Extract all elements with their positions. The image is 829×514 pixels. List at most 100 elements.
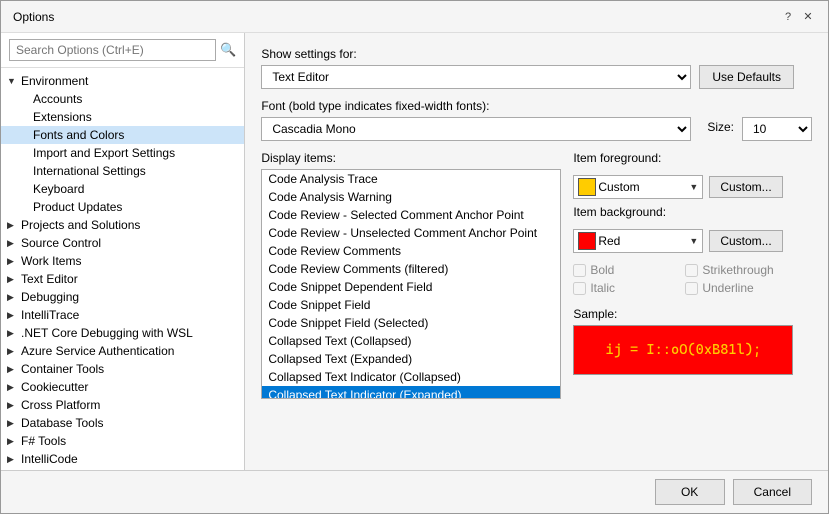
text-editor-label: Text Editor	[21, 272, 78, 286]
list-item-5[interactable]: Code Review Comments	[262, 242, 560, 260]
tree-projects-solutions[interactable]: ▶ Projects and Solutions	[1, 216, 244, 234]
debugging-label: Debugging	[21, 290, 79, 304]
title-bar-controls: ? ✕	[780, 9, 816, 25]
italic-checkbox-label[interactable]: Italic	[573, 281, 681, 295]
tree-net-core[interactable]: ▶ .NET Core Debugging with WSL	[1, 324, 244, 342]
tree-child-import-export[interactable]: Import and Export Settings	[1, 144, 244, 162]
tree-environment[interactable]: ▼ Environment	[1, 72, 244, 90]
size-label: Size:	[707, 120, 734, 134]
list-item-4[interactable]: Code Review - Unselected Comment Anchor …	[262, 224, 560, 242]
font-section: Font (bold type indicates fixed-width fo…	[261, 99, 812, 141]
bg-swatch	[578, 232, 596, 250]
fsharp-tools-label: F# Tools	[21, 434, 66, 448]
work-items-label: Work Items	[21, 254, 81, 268]
use-defaults-button[interactable]: Use Defaults	[699, 65, 794, 89]
search-input[interactable]	[9, 39, 216, 61]
bold-checkbox[interactable]	[573, 264, 586, 277]
dialog-content: 🔍 ▼ Environment Accounts Extensions Font…	[1, 33, 828, 470]
cookiecutter-label: Cookiecutter	[21, 380, 88, 394]
bold-checkbox-label[interactable]: Bold	[573, 263, 681, 277]
font-row: Cascadia Mono Size: 10	[261, 117, 812, 141]
intellitrace-label: IntelliTrace	[21, 308, 79, 322]
list-item-1[interactable]: Code Analysis Trace	[262, 170, 560, 188]
net-core-label: .NET Core Debugging with WSL	[21, 326, 193, 340]
tree-azure-auth[interactable]: ▶ Azure Service Authentication	[1, 342, 244, 360]
help-button[interactable]: ?	[780, 9, 796, 25]
fg-color-row: Custom ▼ Custom...	[573, 175, 793, 199]
font-dropdown[interactable]: Cascadia Mono	[261, 117, 691, 141]
sample-label: Sample:	[573, 307, 793, 321]
tree-text-editor[interactable]: ▶ Text Editor	[1, 270, 244, 288]
close-button[interactable]: ✕	[800, 9, 816, 25]
debugging-arrow: ▶	[7, 292, 21, 303]
tree-cookiecutter[interactable]: ▶ Cookiecutter	[1, 378, 244, 396]
strikethrough-checkbox-label[interactable]: Strikethrough	[685, 263, 793, 277]
cookiecutter-arrow: ▶	[7, 382, 21, 393]
tree-child-accounts[interactable]: Accounts	[1, 90, 244, 108]
fg-select-wrapper[interactable]: Custom ▼	[573, 175, 703, 199]
tree-intellicode[interactable]: ▶ IntelliCode	[1, 450, 244, 468]
tree-child-international[interactable]: International Settings	[1, 162, 244, 180]
projects-label: Projects and Solutions	[21, 218, 140, 232]
list-item-7[interactable]: Code Snippet Dependent Field	[262, 278, 560, 296]
bg-select-wrapper[interactable]: Red ▼	[573, 229, 703, 253]
database-tools-label: Database Tools	[21, 416, 104, 430]
tree-child-fonts-colors[interactable]: Fonts and Colors	[1, 126, 244, 144]
list-item-11[interactable]: Collapsed Text (Expanded)	[262, 350, 560, 368]
list-item-13[interactable]: Collapsed Text Indicator (Expanded)	[262, 386, 560, 399]
strikethrough-checkbox[interactable]	[685, 264, 698, 277]
display-items-col: Display items: Code Analysis Trace Code …	[261, 151, 561, 399]
item-background-label: Item background:	[573, 205, 793, 219]
list-item-3[interactable]: Code Review - Selected Comment Anchor Po…	[262, 206, 560, 224]
fg-custom-button[interactable]: Custom...	[709, 176, 782, 198]
list-item-8[interactable]: Code Snippet Field	[262, 296, 560, 314]
underline-checkbox-label[interactable]: Underline	[685, 281, 793, 295]
bg-dropdown-arrow: ▼	[689, 236, 698, 246]
tree-cross-platform[interactable]: ▶ Cross Platform	[1, 396, 244, 414]
checkbox-area: Bold Strikethrough Italic Underline	[573, 263, 793, 295]
tree-database-tools[interactable]: ▶ Database Tools	[1, 414, 244, 432]
list-item-9[interactable]: Code Snippet Field (Selected)	[262, 314, 560, 332]
cross-platform-label: Cross Platform	[21, 398, 100, 412]
projects-arrow: ▶	[7, 220, 21, 231]
container-tools-label: Container Tools	[21, 362, 104, 376]
ok-button[interactable]: OK	[655, 479, 725, 505]
strikethrough-label: Strikethrough	[702, 263, 773, 277]
size-dropdown[interactable]: 10	[742, 117, 812, 141]
italic-checkbox[interactable]	[573, 282, 586, 295]
tree-fsharp-tools[interactable]: ▶ F# Tools	[1, 432, 244, 450]
dialog-footer: OK Cancel	[1, 470, 828, 513]
display-items-section: Display items: Code Analysis Trace Code …	[261, 151, 812, 399]
list-item-6[interactable]: Code Review Comments (filtered)	[262, 260, 560, 278]
tree-intellitrace[interactable]: ▶ IntelliTrace	[1, 306, 244, 324]
show-settings-dropdown[interactable]: Text Editor	[261, 65, 691, 89]
italic-label: Italic	[590, 281, 615, 295]
container-tools-arrow: ▶	[7, 364, 21, 375]
intellicode-arrow: ▶	[7, 454, 21, 465]
display-list[interactable]: Code Analysis Trace Code Analysis Warnin…	[261, 169, 561, 399]
tree: ▼ Environment Accounts Extensions Fonts …	[1, 68, 244, 470]
tree-source-control[interactable]: ▶ Source Control	[1, 234, 244, 252]
tree-container-tools[interactable]: ▶ Container Tools	[1, 360, 244, 378]
underline-checkbox[interactable]	[685, 282, 698, 295]
tree-work-items[interactable]: ▶ Work Items	[1, 252, 244, 270]
tree-child-extensions[interactable]: Extensions	[1, 108, 244, 126]
database-tools-arrow: ▶	[7, 418, 21, 429]
list-item-12[interactable]: Collapsed Text Indicator (Collapsed)	[262, 368, 560, 386]
sample-box: ij = I::oO(0xB81l);	[573, 325, 793, 375]
bg-value: Red	[598, 234, 689, 248]
cross-platform-arrow: ▶	[7, 400, 21, 411]
environment-arrow: ▼	[7, 76, 21, 86]
bg-custom-button[interactable]: Custom...	[709, 230, 782, 252]
left-panel: 🔍 ▼ Environment Accounts Extensions Font…	[1, 33, 245, 470]
list-item-10[interactable]: Collapsed Text (Collapsed)	[262, 332, 560, 350]
tree-child-product-updates[interactable]: Product Updates	[1, 198, 244, 216]
title-bar: Options ? ✕	[1, 1, 828, 33]
tree-debugging[interactable]: ▶ Debugging	[1, 288, 244, 306]
source-control-label: Source Control	[21, 236, 101, 250]
list-item-2[interactable]: Code Analysis Warning	[262, 188, 560, 206]
net-core-arrow: ▶	[7, 328, 21, 339]
search-icon[interactable]: 🔍	[220, 42, 236, 58]
tree-child-keyboard[interactable]: Keyboard	[1, 180, 244, 198]
cancel-button[interactable]: Cancel	[733, 479, 812, 505]
